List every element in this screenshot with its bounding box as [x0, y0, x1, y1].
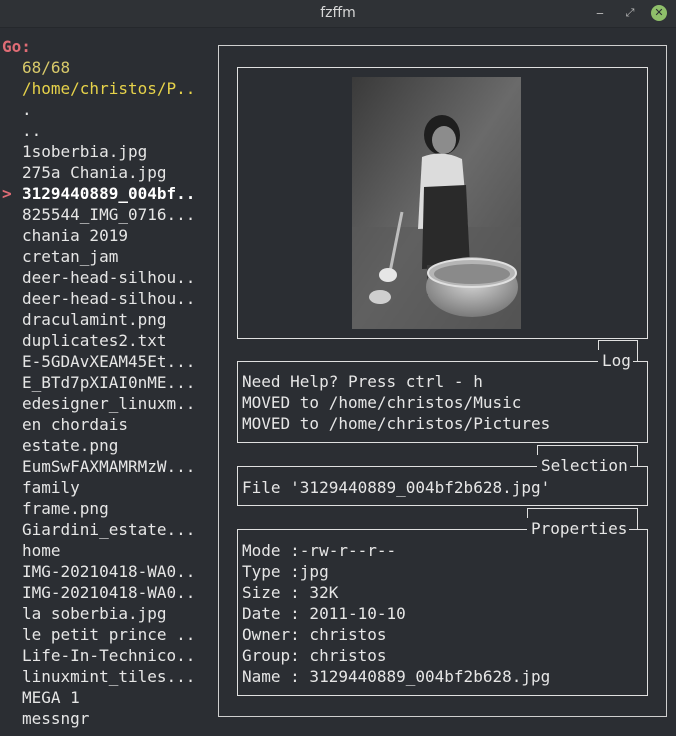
property-size: Size : 32K	[242, 583, 339, 602]
file-entry[interactable]: messngr	[22, 708, 89, 729]
file-entry[interactable]: family	[22, 477, 80, 498]
file-entry[interactable]: cretan_jam	[22, 246, 118, 267]
property-type: Type :jpg	[242, 562, 329, 581]
file-entry[interactable]: en chordais	[22, 414, 128, 435]
selection-cursor: >	[2, 184, 12, 203]
file-entry[interactable]: deer-head-silhou..	[22, 267, 195, 288]
property-name: Name : 3129440889_004bf2b628.jpg	[242, 667, 551, 686]
file-entry[interactable]: estate.png	[22, 435, 118, 456]
file-entry[interactable]: IMG-20210418-WA0..	[22, 561, 195, 582]
file-entry[interactable]: deer-head-silhou..	[22, 288, 195, 309]
file-entry[interactable]: MEGA 1	[22, 687, 80, 708]
current-path: /home/christos/P..	[22, 79, 196, 98]
file-entry[interactable]: draculamint.png	[22, 309, 167, 330]
property-owner: Owner: christos	[242, 625, 387, 644]
log-line: MOVED to /home/christos/Pictures	[242, 414, 551, 433]
minimize-icon[interactable]: ‒	[592, 5, 608, 21]
property-group: Group: christos	[242, 646, 387, 665]
property-date: Date : 2011-10-10	[242, 604, 406, 623]
file-entry[interactable]: le petit prince ..	[22, 624, 195, 645]
title-bar: fzffm ‒ ⤢ ✕	[0, 0, 676, 28]
file-entry[interactable]: ..	[22, 120, 41, 141]
window-title: fzffm	[320, 5, 356, 21]
file-entry[interactable]: edesigner_linuxm..	[22, 393, 195, 414]
file-entry[interactable]: linuxmint_tiles...	[22, 666, 195, 687]
file-entry[interactable]: la soberbia.jpg	[22, 603, 167, 624]
file-entry[interactable]: frame.png	[22, 498, 109, 519]
log-line: Need Help? Press ctrl - h	[242, 372, 483, 391]
log-label: Log	[598, 350, 633, 371]
file-entry[interactable]: .	[22, 99, 32, 120]
log-line: MOVED to /home/christos/Music	[242, 393, 522, 412]
file-entry[interactable]: 825544_IMG_0716...	[22, 204, 195, 225]
file-entry-selected[interactable]: 3129440889_004bf..	[22, 183, 195, 204]
file-entry[interactable]: 275a Chania.jpg	[22, 162, 167, 183]
file-entry[interactable]: EumSwFAXMAMRMzW...	[22, 456, 195, 477]
file-entry[interactable]: E-5GDAvXEAM45Et...	[22, 351, 195, 372]
close-icon[interactable]: ✕	[651, 5, 667, 21]
prompt-label[interactable]: Go:	[2, 36, 31, 57]
match-counter: 68/68	[22, 58, 71, 77]
file-entry[interactable]: 1soberbia.jpg	[22, 141, 147, 162]
file-entry[interactable]: Life-In-Technico..	[22, 645, 195, 666]
selection-text: File '3129440889_004bf2b628.jpg'	[242, 478, 551, 497]
property-mode: Mode :-rw-r--r--	[242, 541, 397, 560]
file-entry[interactable]: home	[22, 540, 61, 561]
file-entry[interactable]: E_BTd7pXIAI0nME...	[22, 372, 195, 393]
file-entry[interactable]: chania 2019	[22, 225, 128, 246]
file-entry[interactable]: Giardini_estate...	[22, 519, 195, 540]
maximize-icon[interactable]: ⤢	[622, 5, 638, 21]
file-entry[interactable]: duplicates2.txt	[22, 330, 167, 351]
properties-label: Properties	[527, 518, 630, 539]
image-preview	[352, 77, 521, 329]
selection-label: Selection	[537, 455, 630, 476]
file-entry[interactable]: IMG-20210418-WA0..	[22, 582, 195, 603]
